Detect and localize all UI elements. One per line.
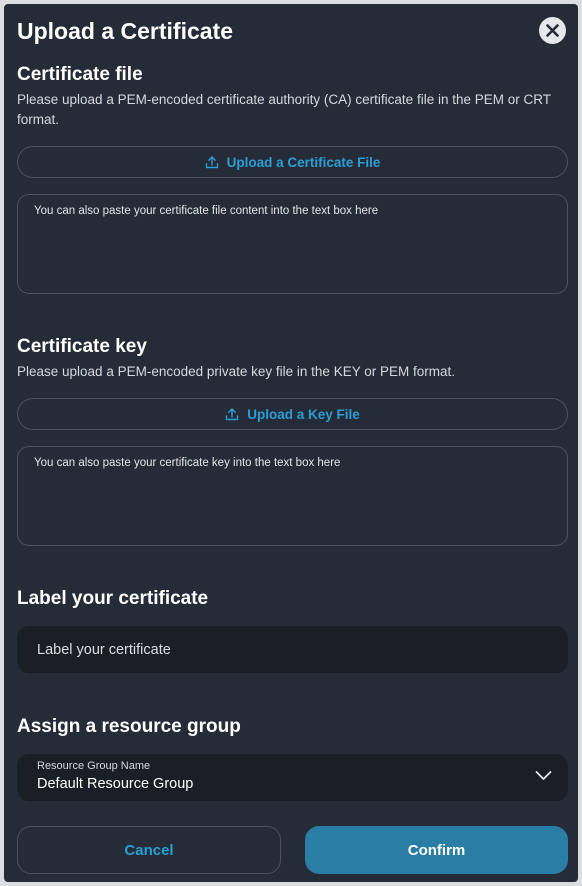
upload-certificate-modal: Upload a Certificate Certificate file Pl…	[4, 4, 578, 882]
cancel-button[interactable]: Cancel	[17, 826, 281, 874]
modal-title: Upload a Certificate	[17, 18, 233, 44]
upload-icon	[205, 156, 218, 169]
certificate-key-heading: Certificate key	[17, 336, 147, 357]
certificate-key-description: Please upload a PEM-encoded private key …	[17, 364, 455, 379]
upload-icon	[226, 408, 239, 421]
resource-group-selected-value: Default Resource Group	[37, 776, 194, 792]
label-certificate-heading: Label your certificate	[17, 588, 209, 609]
chevron-down-icon	[535, 771, 552, 780]
certificate-file-paste-placeholder: You can also paste your certificate file…	[34, 205, 379, 217]
certificate-label-placeholder: Label your certificate	[37, 641, 171, 658]
certificate-key-paste-box[interactable]: You can also paste your certificate key …	[17, 446, 568, 546]
upload-key-file-label: Upload a Key File	[247, 406, 360, 422]
certificate-file-heading: Certificate file	[17, 64, 143, 85]
certificate-file-paste-box[interactable]: You can also paste your certificate file…	[17, 194, 568, 294]
confirm-button-label: Confirm	[407, 841, 466, 859]
certificate-label-input[interactable]: Label your certificate	[17, 626, 568, 673]
upload-certificate-file-label: Upload a Certificate File	[226, 154, 381, 170]
certificate-file-description: Please upload a PEM-encoded certificate …	[17, 92, 551, 127]
cancel-button-label: Cancel	[124, 841, 174, 859]
confirm-button[interactable]: Confirm	[305, 826, 568, 874]
resource-group-select[interactable]: Resource Group Name Default Resource Gro…	[17, 754, 568, 801]
upload-key-file-button[interactable]: Upload a Key File	[17, 398, 568, 430]
upload-certificate-file-button[interactable]: Upload a Certificate File	[17, 146, 568, 178]
close-icon	[546, 24, 559, 37]
resource-group-heading: Assign a resource group	[17, 716, 241, 737]
resource-group-field-label: Resource Group Name	[37, 760, 151, 772]
certificate-key-paste-placeholder: You can also paste your certificate key …	[34, 457, 341, 469]
close-button[interactable]	[539, 17, 566, 44]
